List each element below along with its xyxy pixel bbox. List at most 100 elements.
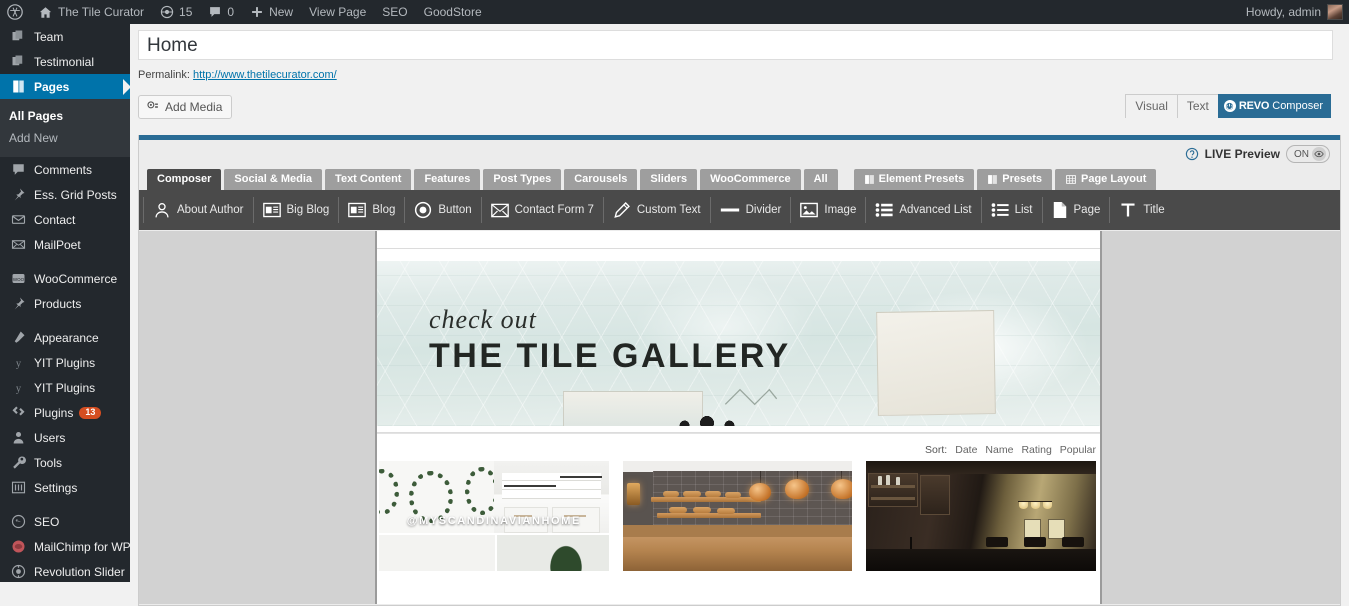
- sidebar-item-plugins[interactable]: Plugins 13: [0, 400, 130, 425]
- ctab-element-presets[interactable]: Element Presets: [853, 169, 975, 190]
- yit-icon: y: [9, 379, 27, 397]
- help-icon[interactable]: [1185, 147, 1199, 161]
- page-icon: [987, 174, 998, 185]
- sidebar-item-woocommerce[interactable]: WOO WooCommerce: [0, 266, 130, 291]
- updates-menu[interactable]: 15: [152, 0, 200, 24]
- view-page-link[interactable]: View Page: [301, 0, 374, 24]
- preview-top-block[interactable]: [377, 231, 1100, 248]
- comments-menu[interactable]: 0: [200, 0, 242, 24]
- bar-stool: [986, 537, 1009, 547]
- wall-lamp: [626, 483, 640, 505]
- page-title-input[interactable]: Home: [138, 30, 1333, 60]
- sidebar-item-yit-plugins-2[interactable]: y YIT Plugins: [0, 375, 130, 400]
- tile-sample-large: [876, 309, 996, 417]
- sidebar-label: Pages: [34, 79, 70, 94]
- sidebar-item-products[interactable]: Products: [0, 291, 130, 316]
- add-media-button[interactable]: Add Media: [138, 95, 233, 119]
- sidebar-item-contact[interactable]: Contact: [0, 207, 130, 232]
- hero-title: THE TILE GALLERY: [429, 337, 791, 375]
- element-contact-form-7[interactable]: Contact Form 7: [480, 197, 603, 223]
- gallery-item-bakery-interior[interactable]: [622, 461, 853, 571]
- submenu-add-new[interactable]: Add New: [0, 127, 130, 149]
- preview-canvas[interactable]: check out THE TILE GALLERY Sort: Date Na…: [139, 231, 1340, 604]
- wp-logo-menu[interactable]: [0, 0, 30, 24]
- element-label: List: [1014, 204, 1033, 216]
- list-icon: [991, 202, 1009, 218]
- composer-category-tabs: Composer Social & Media Text Content Fea…: [139, 168, 1340, 190]
- preview-spacer-block[interactable]: [377, 249, 1100, 261]
- submenu-all-pages[interactable]: All Pages: [0, 105, 130, 127]
- tab-text[interactable]: Text: [1176, 94, 1219, 118]
- gallery-item-scandinavian-collage[interactable]: @MYSCANDINAVIANHOME: [379, 461, 609, 571]
- sidebar-item-ess-grid-posts[interactable]: Ess. Grid Posts: [0, 182, 130, 207]
- element-title[interactable]: Title: [1109, 197, 1173, 223]
- element-advanced-list[interactable]: Advanced List: [865, 197, 980, 223]
- element-button[interactable]: Button: [404, 197, 480, 223]
- element-label: Page: [1073, 204, 1101, 216]
- ctab-woocommerce[interactable]: WooCommerce: [700, 169, 801, 190]
- ctab-composer[interactable]: Composer: [147, 169, 222, 190]
- element-label: Contact Form 7: [514, 204, 594, 216]
- sidebar-item-seo[interactable]: SEO: [0, 509, 130, 534]
- sort-option-rating[interactable]: Rating: [1021, 444, 1051, 456]
- element-list[interactable]: List: [980, 197, 1042, 223]
- my-account-menu[interactable]: Howdy, admin: [1239, 0, 1321, 24]
- ctab-carousels[interactable]: Carousels: [564, 169, 638, 190]
- sidebar-item-tools[interactable]: Tools: [0, 450, 130, 475]
- sidebar-item-team[interactable]: Team: [0, 24, 130, 49]
- hero-banner[interactable]: check out THE TILE GALLERY: [377, 261, 1100, 426]
- element-about-author[interactable]: About Author: [143, 197, 253, 223]
- element-image[interactable]: Image: [790, 197, 865, 223]
- ctab-label: Page Layout: [1081, 173, 1147, 185]
- ctab-all[interactable]: All: [803, 169, 838, 190]
- sidebar-item-yit-plugins-1[interactable]: y YIT Plugins: [0, 350, 130, 375]
- gallery-item-dark-wood-kitchen[interactable]: [866, 461, 1097, 571]
- tab-revocomposer[interactable]: REVO Composer: [1217, 94, 1331, 118]
- ctab-features[interactable]: Features: [414, 169, 481, 190]
- ctab-social-media[interactable]: Social & Media: [224, 169, 323, 190]
- ctab-presets[interactable]: Presets: [977, 169, 1052, 190]
- site-name-menu[interactable]: The Tile Curator: [30, 0, 152, 24]
- ctab-post-types[interactable]: Post Types: [483, 169, 562, 190]
- sort-option-popular[interactable]: Popular: [1060, 444, 1096, 456]
- sidebar-item-mailpoet[interactable]: MailPoet: [0, 232, 130, 257]
- seo-menu[interactable]: SEO: [374, 0, 415, 24]
- wrench-icon: [9, 454, 27, 472]
- sidebar-label: MailPoet: [34, 237, 81, 252]
- element-page[interactable]: Page: [1041, 197, 1110, 223]
- divider-icon: [720, 205, 740, 215]
- image-icon: [800, 202, 819, 218]
- sidebar-item-revolution-slider[interactable]: Revolution Slider: [0, 559, 130, 582]
- ctab-text-content[interactable]: Text Content: [325, 169, 412, 190]
- revo-composer-panel: LIVE Preview ON Composer Social & Media …: [138, 135, 1341, 606]
- pencil-icon: [613, 201, 631, 219]
- new-content-menu[interactable]: New: [242, 0, 301, 24]
- sidebar-label: WooCommerce: [34, 271, 118, 286]
- goodstore-menu[interactable]: GoodStore: [416, 0, 490, 24]
- sidebar-item-comments[interactable]: Comments: [0, 157, 130, 182]
- sidebar-item-pages[interactable]: Pages: [0, 74, 130, 99]
- title-area: Home: [130, 24, 1349, 60]
- live-preview-toggle[interactable]: ON: [1286, 145, 1330, 163]
- element-big-blog[interactable]: Big Blog: [252, 197, 339, 223]
- light-bulb: [1043, 502, 1053, 509]
- sidebar-item-mailchimp-for-wp[interactable]: MailChimp for WP: [0, 534, 130, 559]
- sidebar-item-settings[interactable]: Settings: [0, 475, 130, 500]
- ctab-sliders[interactable]: Sliders: [640, 169, 698, 190]
- brush-icon: [9, 329, 27, 347]
- sort-option-name[interactable]: Name: [985, 444, 1013, 456]
- wall-art: [1024, 519, 1042, 539]
- element-divider[interactable]: Divider: [709, 197, 791, 223]
- sidebar-label: Appearance: [34, 330, 99, 345]
- sidebar-item-appearance[interactable]: Appearance: [0, 325, 130, 350]
- sidebar-item-testimonial[interactable]: Testimonial: [0, 49, 130, 74]
- ctab-page-layout[interactable]: Page Layout: [1055, 169, 1157, 190]
- permalink-link[interactable]: http://www.thetilecurator.com/: [193, 69, 337, 81]
- sidebar-label: Products: [34, 296, 82, 311]
- element-custom-text[interactable]: Custom Text: [602, 197, 710, 223]
- bar-stool: [1024, 537, 1047, 547]
- sidebar-item-users[interactable]: Users: [0, 425, 130, 450]
- tab-visual[interactable]: Visual: [1125, 94, 1178, 118]
- element-blog[interactable]: Blog: [338, 197, 404, 223]
- sort-option-date[interactable]: Date: [955, 444, 977, 456]
